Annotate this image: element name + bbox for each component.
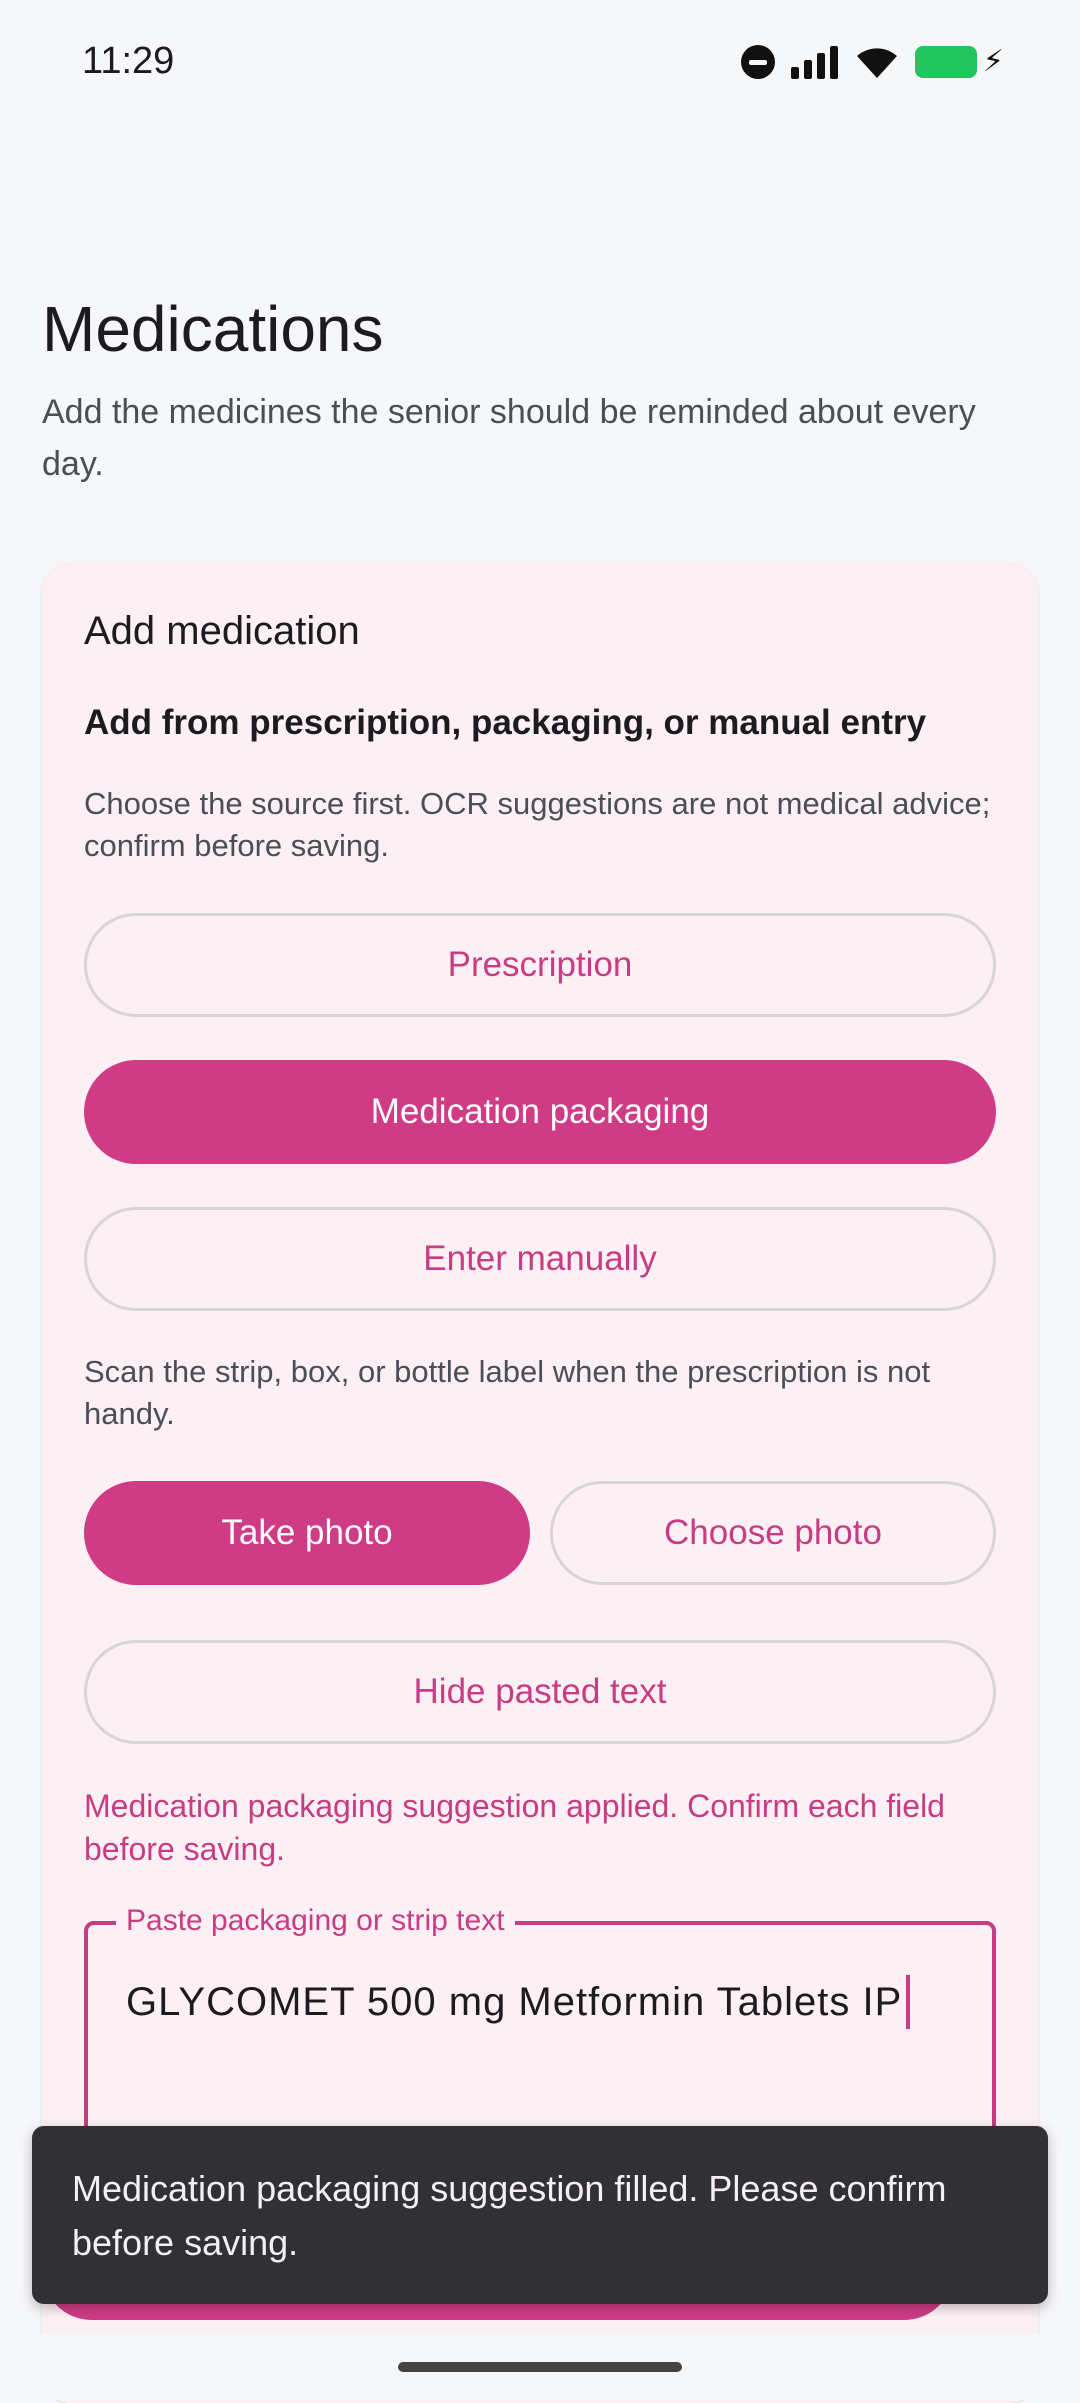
status-time: 11:29 (82, 40, 175, 82)
page-subtitle: Add the medicines the senior should be r… (42, 393, 976, 483)
charging-bolt-icon: ⚡ (982, 45, 1004, 78)
battery-icon (914, 46, 977, 78)
text-cursor (906, 1975, 911, 2029)
status-bar: 11:29 ⚡ (0, 0, 1080, 126)
medication-packaging-button[interactable]: Medication packaging (84, 1060, 996, 1164)
paste-field-label: Paste packaging or strip text (116, 1901, 515, 1941)
suggestion-status-message: Medication packaging suggestion applied.… (84, 1788, 945, 1867)
prescription-button[interactable]: Prescription (84, 913, 996, 1017)
take-photo-button[interactable]: Take photo (84, 1481, 530, 1585)
snackbar-message: Medication packaging suggestion filled. … (72, 2168, 947, 2263)
do-not-disturb-icon (740, 45, 775, 79)
card-title: Add medication (84, 609, 360, 653)
hide-pasted-text-button[interactable]: Hide pasted text (84, 1640, 996, 1744)
card-help-text: Choose the source first. OCR suggestions… (84, 786, 991, 863)
scan-help-text: Scan the strip, box, or bottle label whe… (84, 1354, 931, 1431)
paste-field-value[interactable]: GLYCOMET 500 mg Metformin Tablets IP (126, 1980, 902, 2025)
gesture-nav-handle[interactable] (398, 2362, 682, 2372)
wifi-icon (855, 45, 899, 79)
card-heading: Add from prescription, packaging, or man… (84, 703, 927, 742)
paste-field-value-row[interactable]: GLYCOMET 500 mg Metformin Tablets IP (126, 1975, 911, 2029)
page-title: Medications (42, 293, 384, 365)
enter-manually-button[interactable]: Enter manually (84, 1207, 996, 1311)
choose-photo-button[interactable]: Choose photo (550, 1481, 996, 1585)
cellular-signal-icon (790, 45, 839, 79)
snackbar: Medication packaging suggestion filled. … (32, 2126, 1048, 2304)
status-icons: ⚡ (740, 42, 1004, 82)
